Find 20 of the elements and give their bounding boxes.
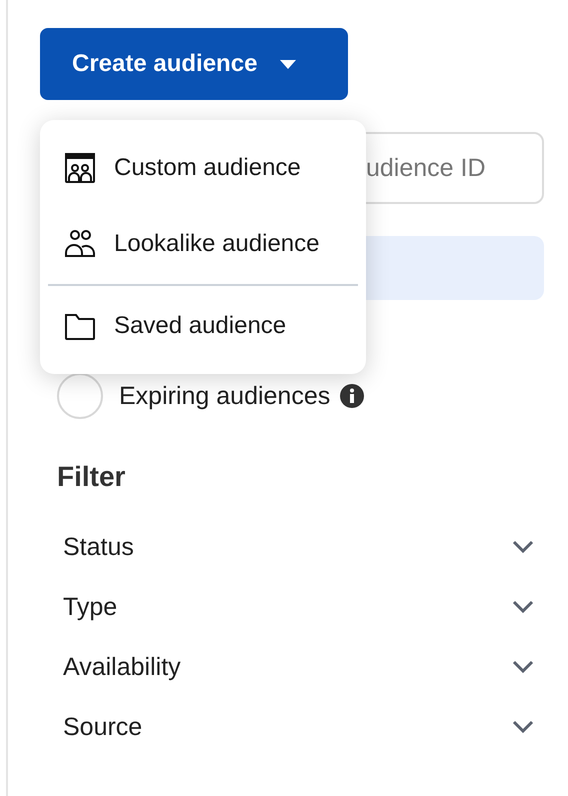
chevron-icon [512,660,534,674]
filter-heading: Filter [57,461,126,493]
menu-item[interactable]: Saved audience [40,288,366,364]
chevron-icon [512,600,534,614]
people-icon [64,229,96,259]
chevron-icon [512,720,534,734]
create-audience-button[interactable]: Create audience [40,28,348,100]
menu-item[interactable]: Custom audience [40,130,366,206]
filter-row[interactable]: Type [57,577,544,637]
caret-icon [279,58,298,70]
filter-row[interactable]: Source [57,697,544,757]
chevron-icon [512,540,534,554]
expiring-audiences-label: Expiring audiences [119,382,330,410]
filter-row[interactable]: Availability [57,637,544,697]
radio-button[interactable] [57,373,103,419]
folder-icon [64,311,96,341]
audience-card-icon [64,153,96,183]
menu-item[interactable]: Lookalike audience [40,206,366,282]
filter-row[interactable]: Status [57,517,544,577]
info-icon[interactable] [340,384,364,408]
